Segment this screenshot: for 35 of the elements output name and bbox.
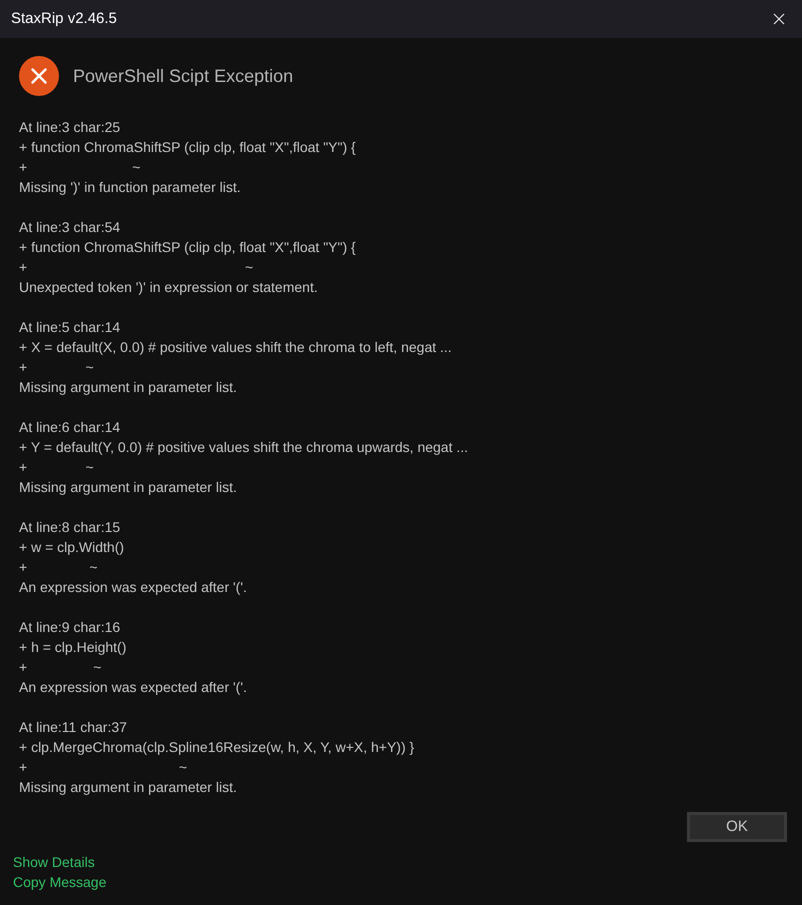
error-location: At line:8 char:15: [19, 518, 120, 537]
caret-marker: + ~: [19, 258, 254, 277]
code-line: + X = default(X, 0.0) # positive values shift the chroma to left, negat ...: [19, 338, 452, 357]
code-line: + w = clp.Width(): [19, 538, 124, 557]
dialog-heading: PowerShell Scipt Exception: [73, 64, 294, 88]
error-message: Unexpected token ')' in expression or statement.: [19, 278, 318, 297]
ok-button[interactable]: OK: [687, 812, 787, 842]
link[interactable]: Copy Message: [13, 872, 106, 892]
window-title: StaxRip v2.46.5: [11, 8, 117, 29]
caret-marker: + ~: [19, 658, 102, 677]
error-location: At line:3 char:25: [19, 118, 120, 137]
close-icon: [773, 13, 785, 25]
code-line: + function ChromaShiftSP (clip clp, float "X",float "Y") {: [19, 238, 356, 257]
error-icon: [19, 56, 59, 96]
error-message: An expression was expected after '('.: [19, 578, 247, 597]
code-line: + h = clp.Height(): [19, 638, 126, 657]
caret-marker: + ~: [19, 458, 94, 477]
caret-marker: + ~: [19, 558, 98, 577]
code-line: + Y = default(Y, 0.0) # positive values shift the chroma upwards, negat ...: [19, 438, 468, 457]
caret-marker: + ~: [19, 158, 140, 177]
code-line: + function ChromaShiftSP (clip clp, float "X",float "Y") {: [19, 138, 356, 157]
error-message: Missing ')' in function parameter list.: [19, 178, 241, 197]
error-message: Missing argument in parameter list.: [19, 478, 237, 497]
error-location: At line:5 char:14: [19, 318, 120, 337]
caret-marker: + ~: [19, 758, 188, 777]
error-location: At line:3 char:54: [19, 218, 120, 237]
error-message: An expression was expected after '('.: [19, 678, 247, 697]
error-message: Missing argument in parameter list.: [19, 378, 237, 397]
caret-marker: + ~: [19, 358, 94, 377]
error-location: At line:6 char:14: [19, 418, 120, 437]
error-message: Missing argument in parameter list.: [19, 778, 237, 797]
error-location: At line:11 char:37: [19, 718, 127, 737]
error-location: At line:9 char:16: [19, 618, 120, 637]
link[interactable]: Show Details: [13, 852, 95, 872]
code-line: + clp.MergeChroma(clp.Spline16Resize(w, h, X, Y, w+X, h+Y)) }: [19, 738, 414, 757]
